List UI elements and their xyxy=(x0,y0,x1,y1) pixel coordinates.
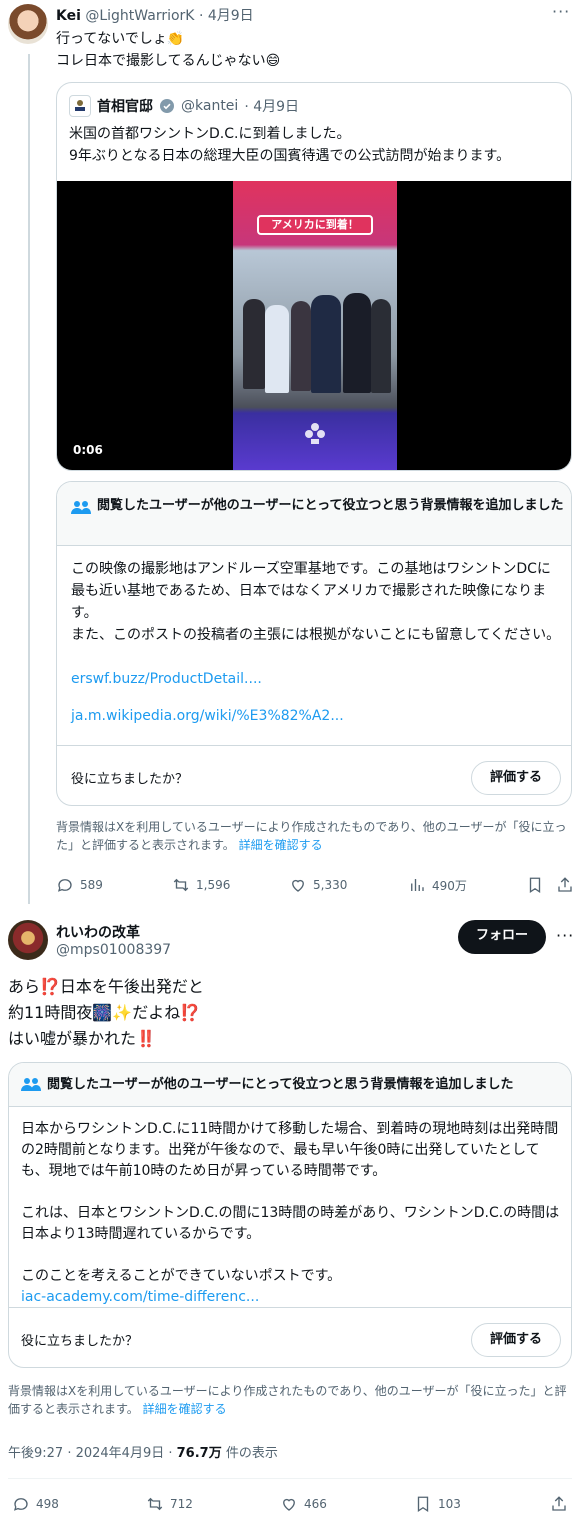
video-timestamp: 0:06 xyxy=(73,443,103,457)
video-frame: アメリカに到着！ xyxy=(233,181,397,470)
bookmark-count: 103 xyxy=(438,1497,461,1511)
quoted-author-name[interactable]: 首相官邸 xyxy=(97,96,153,116)
verified-badge-icon xyxy=(160,99,174,113)
quoted-text-line: 米国の首都ワシントンD.C.に到着しました。 xyxy=(69,126,351,142)
reply-count: 589 xyxy=(80,878,103,892)
bookmark-button[interactable]: 103 xyxy=(414,1495,461,1513)
follow-button[interactable]: フォロー xyxy=(458,920,546,954)
reply-icon xyxy=(13,1498,28,1511)
bookmark-icon[interactable] xyxy=(526,876,544,894)
reply-button[interactable]: 589 xyxy=(56,876,103,894)
retweet-count: 712 xyxy=(170,1497,193,1511)
people-icon xyxy=(71,501,91,514)
community-note: 閲覧したユーザーが他のユーザーにとって役立つと思う背景情報を追加しました 日本か… xyxy=(8,1062,572,1368)
note-link[interactable]: ja.m.wikipedia.org/wiki/%E3%82%A2... xyxy=(71,705,561,727)
views-icon xyxy=(411,879,424,891)
view-count-label: 件の表示 xyxy=(221,1446,278,1461)
avatar[interactable] xyxy=(69,95,91,117)
people-silhouettes xyxy=(239,291,391,401)
tweet-text-line: あら⁉️日本を午後出発だと xyxy=(8,977,204,996)
note-link[interactable]: erswf.buzz/ProductDetail.... xyxy=(71,668,561,690)
quoted-author-handle[interactable]: @kantei xyxy=(181,98,238,114)
kantei-logo-icon xyxy=(75,100,85,111)
author-name[interactable]: れいわの改革 xyxy=(56,922,140,942)
retweet-icon xyxy=(173,878,189,892)
view-count-total: 76.7万 xyxy=(176,1446,222,1461)
helpful-question: 役に立ちましたか？ xyxy=(21,1334,139,1349)
kantei-emblem-icon xyxy=(305,423,325,444)
note-text: また、このポストの投稿者の主張には根拠がないことにも留意してください。 xyxy=(71,627,561,643)
tweet-text-line: 約11時間夜🎆✨だよね⁉️ xyxy=(8,1003,201,1022)
retweet-icon xyxy=(147,1497,163,1511)
author-name[interactable]: Kei xyxy=(56,8,81,24)
rate-button[interactable]: 評価する xyxy=(471,1323,561,1357)
like-button[interactable]: 5,330 xyxy=(289,876,347,894)
author-handle[interactable]: @LightWarriorK xyxy=(85,8,194,24)
retweet-button[interactable]: 1,596 xyxy=(172,876,230,894)
note-text: このことを考えることができていないポストです。 xyxy=(21,1268,342,1284)
more-icon[interactable]: ··· xyxy=(556,926,574,945)
video-player[interactable]: アメリカに到着！ 0:06 xyxy=(57,181,571,470)
share-icon[interactable] xyxy=(556,876,574,894)
video-banner: アメリカに到着！ xyxy=(257,215,373,235)
view-count: 490万 xyxy=(432,878,467,893)
note-header: 閲覧したユーザーが他のユーザーにとって役立つと思う背景情報を追加しました xyxy=(97,498,564,513)
quoted-post[interactable]: 首相官邸 @kantei · 4月9日 米国の首都ワシントンD.C.に到着しまし… xyxy=(56,82,572,471)
reply-icon xyxy=(57,879,72,892)
like-button[interactable]: 466 xyxy=(280,1495,327,1513)
note-text: 日本からワシントンD.C.に11時間かけて移動した場合、到着時の現地時刻は出発時… xyxy=(21,1121,559,1179)
retweet-count: 1,596 xyxy=(196,878,231,892)
note-details-link[interactable]: 詳細を確認する xyxy=(143,1402,227,1416)
community-note: 閲覧したユーザーが他のユーザーにとって役立つと思う背景情報を追加しました この映… xyxy=(56,481,572,806)
avatar[interactable] xyxy=(8,4,48,44)
more-icon[interactable]: ··· xyxy=(552,2,570,21)
author-handle[interactable]: @mps01008397 xyxy=(56,942,171,958)
heart-icon xyxy=(292,879,304,892)
helpful-question: 役に立ちましたか？ xyxy=(71,772,189,787)
note-header: 閲覧したユーザーが他のユーザーにとって役立つと思う背景情報を追加しました xyxy=(47,1077,514,1092)
divider xyxy=(8,1478,572,1479)
post-date[interactable]: · 4月9日 xyxy=(199,8,254,24)
note-details-link[interactable]: 詳細を確認する xyxy=(239,838,323,852)
quoted-text-line: 9年ぶりとなる日本の総理大臣の国賓待遇での公式訪問が始まります。 xyxy=(69,148,511,164)
tweet-text-line: 行ってないでしょ👏 xyxy=(56,31,185,47)
share-icon[interactable] xyxy=(550,1495,568,1513)
people-icon xyxy=(21,1078,41,1091)
tweet-text-line: コレ日本で撮影してるんじゃない😄 xyxy=(56,53,281,69)
like-count: 5,330 xyxy=(313,878,348,892)
reply-count: 498 xyxy=(36,1497,59,1511)
note-text: これは、日本とワシントンD.C.の間に13時間の時差があり、ワシントンD.C.の… xyxy=(21,1205,560,1242)
note-disclaimer: 背景情報はXを利用しているユーザーにより作成されたものであり、他のユーザーが「役… xyxy=(8,1384,567,1416)
like-count: 466 xyxy=(304,1497,327,1511)
avatar[interactable] xyxy=(8,920,48,960)
heart-icon xyxy=(283,1498,295,1511)
tweet-text-line: はい嘘が暴かれた‼️ xyxy=(8,1029,156,1048)
retweet-button[interactable]: 712 xyxy=(146,1495,193,1513)
bookmark-icon xyxy=(417,1496,429,1513)
note-link[interactable]: iac-academy.com/time-differenc... xyxy=(21,1287,561,1308)
views-button[interactable]: 490万 xyxy=(408,876,467,894)
reply-button[interactable]: 498 xyxy=(12,1495,59,1513)
post-timestamp[interactable]: 午後9:27 · 2024年4月9日 · xyxy=(8,1446,177,1461)
rate-button[interactable]: 評価する xyxy=(471,761,561,795)
thread-line xyxy=(28,54,30,904)
note-text: この映像の撮影地はアンドルーズ空軍基地です。この基地はワシントンDCに最も近い基… xyxy=(71,561,551,621)
quoted-post-date[interactable]: · 4月9日 xyxy=(244,96,299,116)
